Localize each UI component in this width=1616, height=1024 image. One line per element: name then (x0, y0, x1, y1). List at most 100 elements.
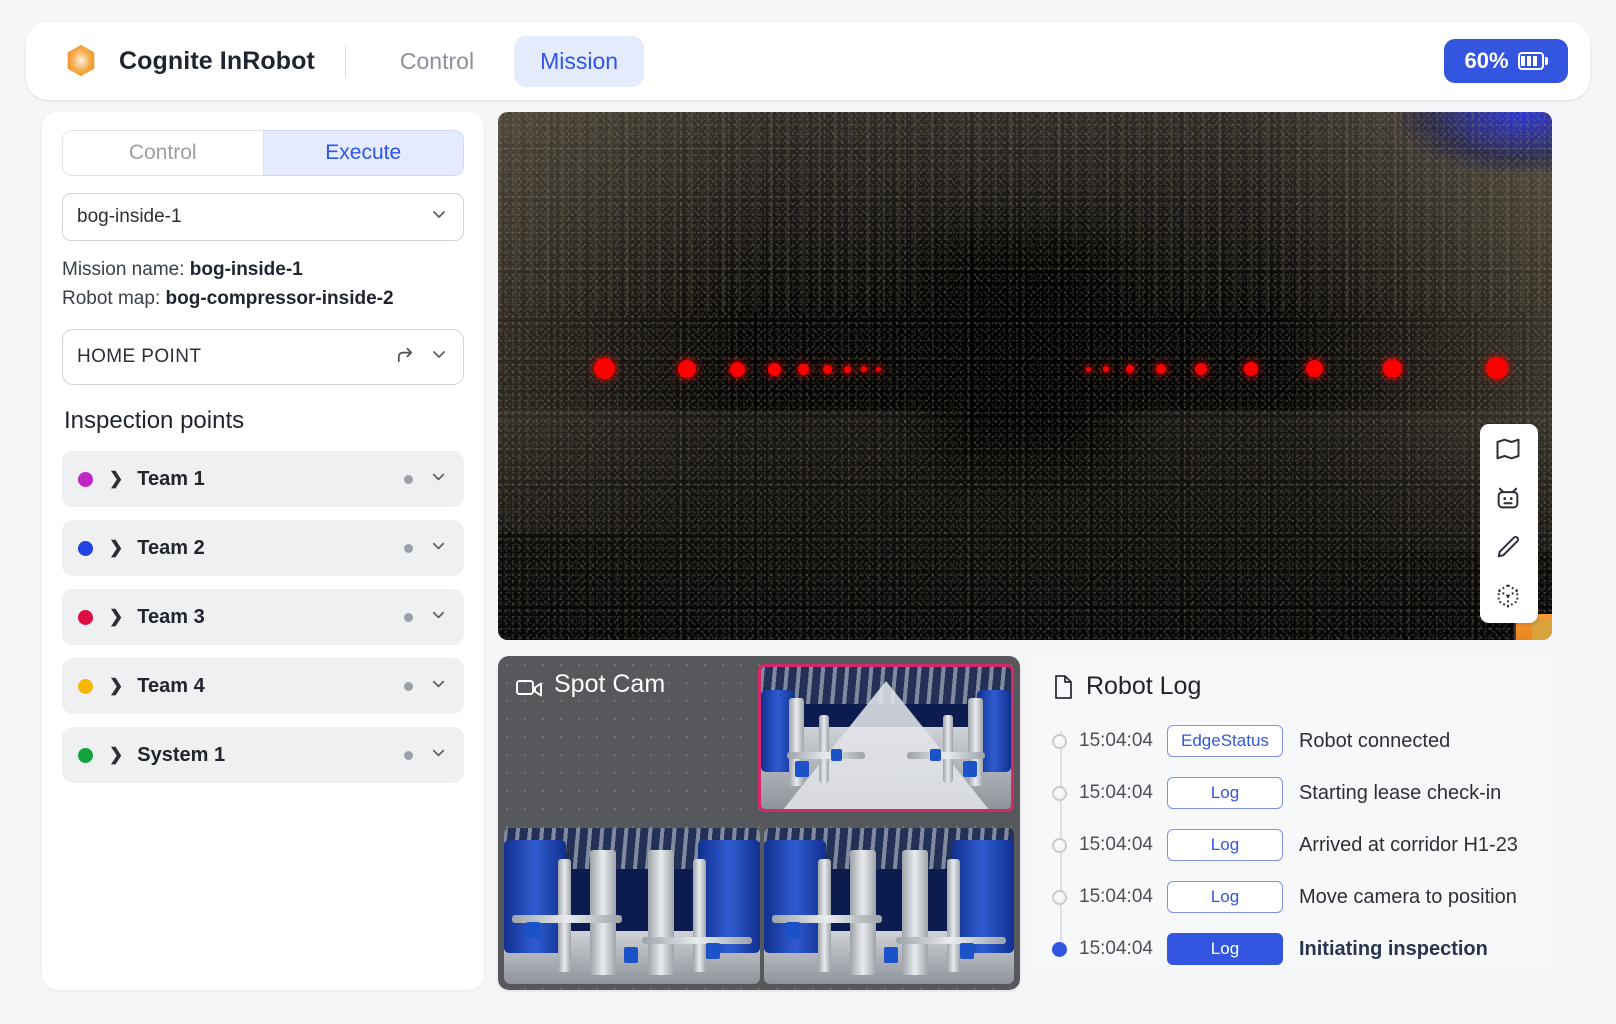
chevron-right-icon[interactable]: ❯ (109, 745, 123, 765)
list-item-label: Team 3 (137, 606, 204, 629)
log-entry-active[interactable]: 15:04:04 Log Initiating inspection (1052, 923, 1532, 975)
mode-tab-control[interactable]: Control (62, 130, 264, 176)
header-tabs: Control Mission (374, 36, 644, 87)
chevron-down-icon[interactable] (429, 743, 448, 767)
app-title: Cognite InRobot (119, 47, 315, 76)
list-item[interactable]: ❯ Team 3 (62, 589, 464, 645)
inspection-points-list: ❯ Team 1 ❯ Team 2 (62, 451, 464, 783)
log-message: Initiating inspection (1299, 938, 1488, 961)
mission-metadata: Mission name: bog-inside-1 Robot map: bo… (62, 256, 464, 313)
robot-map-value: bog-compressor-inside-2 (166, 288, 394, 309)
team-color-dot (78, 748, 93, 763)
robot-log-entries: 15:04:04 EdgeStatus Robot connected 15:0… (1052, 715, 1532, 975)
mode-tab-execute[interactable]: Execute (264, 130, 465, 176)
chevron-down-icon (429, 204, 449, 230)
chevron-down-icon[interactable] (429, 344, 449, 370)
robot-map-label: Robot map: (62, 288, 160, 309)
log-entry[interactable]: 15:04:04 Log Arrived at corridor H1-23 (1052, 819, 1532, 871)
spot-cam-header: Spot Cam (516, 670, 665, 699)
status-dot (404, 475, 413, 484)
battery-level-label: 60% (1464, 48, 1508, 74)
timeline-node-icon (1052, 838, 1067, 853)
chevron-right-icon[interactable]: ❯ (109, 607, 123, 627)
chevron-right-icon[interactable]: ❯ (109, 676, 123, 696)
camera-feed-right[interactable] (764, 828, 1014, 984)
chevron-right-icon[interactable]: ❯ (109, 538, 123, 558)
log-message: Robot connected (1299, 730, 1450, 753)
chevron-down-icon[interactable] (429, 536, 448, 560)
timeline-node-icon (1052, 890, 1067, 905)
status-dot (404, 613, 413, 622)
timeline-node-icon (1052, 942, 1067, 957)
pen-edit-icon[interactable] (1494, 533, 1524, 563)
team-color-dot (78, 541, 93, 556)
viewport-toolbar (1480, 424, 1538, 623)
team-color-dot (78, 679, 93, 694)
share-arrow-icon[interactable] (394, 343, 417, 372)
chevron-down-icon[interactable] (429, 605, 448, 629)
list-item[interactable]: ❯ Team 4 (62, 658, 464, 714)
mission-name-label: Mission name: (62, 259, 185, 280)
mode-toggle-group: Control Execute (62, 130, 464, 176)
list-item-label: Team 1 (137, 468, 204, 491)
spot-cam-panel[interactable]: Spot Cam (498, 656, 1020, 990)
log-badge: Log (1167, 933, 1283, 965)
team-color-dot (78, 472, 93, 487)
header-divider (345, 44, 346, 78)
log-message: Starting lease check-in (1299, 782, 1501, 805)
spot-cam-title: Spot Cam (554, 670, 665, 699)
point-cloud-icon[interactable] (1494, 582, 1524, 612)
robot-log-panel: Robot Log 15:04:04 EdgeStatus Robot conn… (1032, 656, 1552, 966)
log-badge: Log (1167, 777, 1283, 809)
robot-icon[interactable] (1494, 484, 1524, 514)
status-dot (404, 544, 413, 553)
log-badge: Log (1167, 829, 1283, 861)
map-icon[interactable] (1494, 435, 1524, 465)
app-header: Cognite InRobot Control Mission 60% (26, 22, 1590, 100)
chevron-down-icon[interactable] (429, 674, 448, 698)
list-item[interactable]: ❯ Team 1 (62, 451, 464, 507)
list-item-label: Team 4 (137, 675, 204, 698)
timeline-node-icon (1052, 786, 1067, 801)
cognite-hexagon-logo-icon (62, 42, 100, 80)
list-item-label: System 1 (137, 744, 225, 767)
battery-icon (1518, 52, 1548, 70)
log-timestamp: 15:04:04 (1079, 834, 1153, 856)
status-dot (404, 682, 413, 691)
tab-control[interactable]: Control (374, 36, 500, 87)
mission-name-value: bog-inside-1 (190, 259, 303, 280)
log-badge: Log (1167, 881, 1283, 913)
robot-log-header: Robot Log (1052, 672, 1532, 701)
status-dot (404, 751, 413, 760)
camera-feed-left[interactable] (504, 828, 760, 984)
log-message: Arrived at corridor H1-23 (1299, 834, 1518, 857)
chevron-down-icon[interactable] (429, 467, 448, 491)
log-timestamp: 15:04:04 (1079, 886, 1153, 908)
home-point-row[interactable]: HOME POINT (62, 329, 464, 385)
timeline-node-icon (1052, 734, 1067, 749)
chevron-right-icon[interactable]: ❯ (109, 469, 123, 489)
tab-mission[interactable]: Mission (514, 36, 644, 87)
pointcloud-viewport[interactable] (498, 112, 1552, 640)
list-item-label: Team 2 (137, 537, 204, 560)
log-entry[interactable]: 15:04:04 EdgeStatus Robot connected (1052, 715, 1532, 767)
video-camera-icon (516, 675, 543, 694)
robot-log-title: Robot Log (1086, 672, 1201, 701)
log-badge: EdgeStatus (1167, 725, 1283, 757)
mission-select[interactable]: bog-inside-1 (62, 193, 464, 241)
log-timestamp: 15:04:04 (1079, 730, 1153, 752)
document-icon (1052, 674, 1074, 700)
list-item[interactable]: ❯ System 1 (62, 727, 464, 783)
battery-status-badge: 60% (1444, 39, 1568, 83)
camera-thumbnail-selected[interactable] (758, 664, 1014, 812)
log-message: Move camera to position (1299, 886, 1517, 909)
list-item[interactable]: ❯ Team 2 (62, 520, 464, 576)
log-entry[interactable]: 15:04:04 Log Starting lease check-in (1052, 767, 1532, 819)
inspection-points-title: Inspection points (64, 407, 464, 435)
mission-select-value: bog-inside-1 (77, 206, 182, 228)
team-color-dot (78, 610, 93, 625)
log-entry[interactable]: 15:04:04 Log Move camera to position (1052, 871, 1532, 923)
log-timestamp: 15:04:04 (1079, 782, 1153, 804)
home-point-label: HOME POINT (77, 346, 201, 368)
mission-sidebar: Control Execute bog-inside-1 Mission nam… (42, 112, 484, 990)
